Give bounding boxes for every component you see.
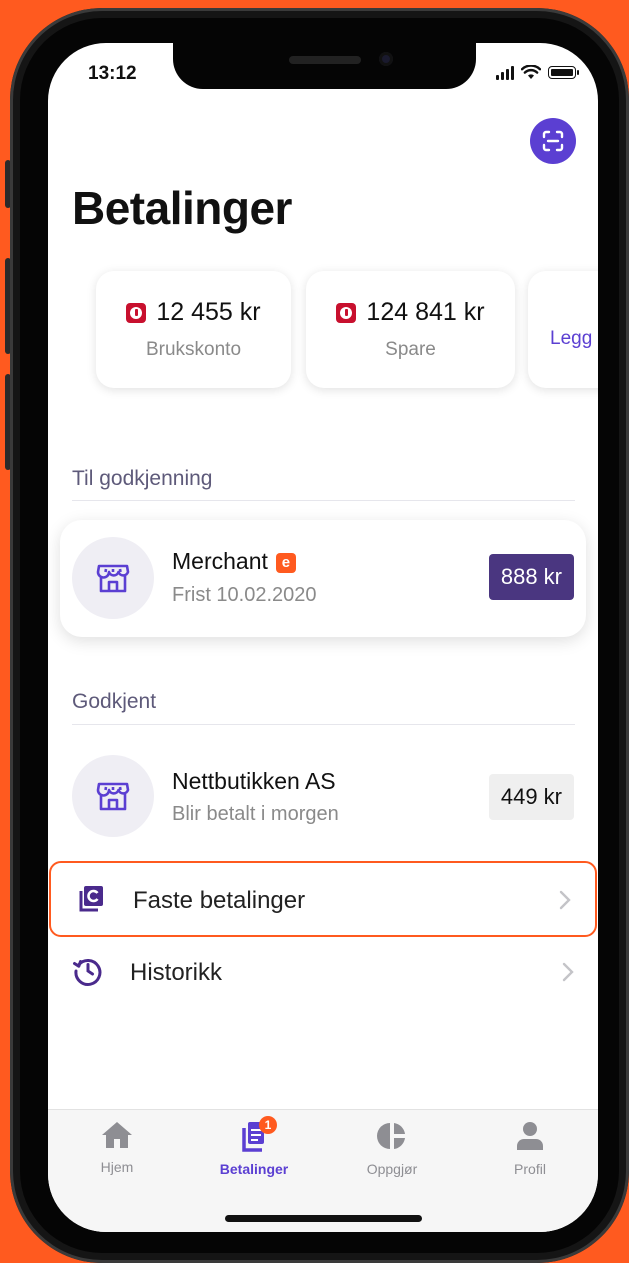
front-camera bbox=[379, 52, 393, 66]
store-icon bbox=[96, 564, 130, 593]
account-card-brukskonto[interactable]: 12 455 kr Brukskonto bbox=[96, 271, 291, 388]
pending-amount: 888 kr bbox=[488, 554, 574, 600]
chevron-right-icon bbox=[562, 962, 574, 982]
payment-status: Blir betalt i morgen bbox=[172, 803, 339, 825]
tab-label: Profil bbox=[514, 1161, 546, 1177]
home-indicator bbox=[225, 1215, 422, 1222]
pending-payment-card[interactable]: Merchant e Frist 10.02.2020 888 kr bbox=[60, 520, 586, 637]
bank-badge-icon bbox=[126, 302, 147, 323]
account-card-spare[interactable]: 124 841 kr Spare bbox=[306, 271, 515, 388]
section-label-pending: Til godkjenning bbox=[72, 467, 213, 490]
tab-label: Hjem bbox=[100, 1159, 134, 1175]
chevron-right-icon bbox=[559, 890, 571, 910]
battery-icon bbox=[548, 66, 579, 79]
wifi-icon bbox=[521, 65, 541, 79]
add-account-link[interactable]: Legg bbox=[550, 328, 592, 350]
tab-profile[interactable]: Profil bbox=[475, 1120, 585, 1177]
account-name: Brukskonto bbox=[145, 339, 242, 360]
recurring-payments-row[interactable]: Faste betalinger bbox=[49, 861, 597, 937]
page-title: Betalinger bbox=[72, 182, 292, 234]
tab-home[interactable]: Hjem bbox=[62, 1120, 172, 1175]
history-row[interactable]: Historikk bbox=[48, 935, 598, 1011]
e-invoice-badge: e bbox=[275, 553, 296, 573]
due-date: Frist 10.02.2020 bbox=[172, 584, 317, 606]
qr-scan-icon bbox=[542, 130, 564, 152]
tab-bar: Hjem 1 Betalinger Oppgjør Profil bbox=[48, 1109, 598, 1232]
home-icon bbox=[102, 1122, 132, 1148]
pie-chart-icon bbox=[377, 1123, 405, 1149]
bank-badge-icon bbox=[336, 302, 357, 323]
cellular-signal-icon bbox=[496, 65, 514, 80]
tab-notification-badge: 1 bbox=[259, 1116, 277, 1134]
approved-payment-row[interactable]: Nettbutikken AS Blir betalt i morgen 449… bbox=[48, 741, 598, 851]
app-screen: 13:12 Betalinger 12 455 kr Brukskonto 12… bbox=[48, 43, 598, 1232]
add-account-card[interactable]: Legg bbox=[528, 271, 598, 388]
merchant-name-text: Merchant bbox=[172, 548, 268, 574]
tab-payments[interactable]: 1 Betalinger bbox=[199, 1116, 309, 1177]
divider bbox=[72, 500, 575, 501]
recurring-payments-icon bbox=[79, 886, 103, 912]
account-balance: 124 841 kr bbox=[366, 298, 485, 326]
merchant-name: Nettbutikken AS bbox=[172, 768, 336, 794]
status-icons bbox=[496, 65, 579, 80]
notch bbox=[173, 43, 476, 89]
merchant-avatar bbox=[72, 755, 154, 837]
account-balance: 12 455 kr bbox=[156, 298, 261, 326]
history-icon bbox=[73, 958, 102, 986]
store-icon bbox=[96, 782, 130, 811]
tab-settlement[interactable]: Oppgjør bbox=[337, 1120, 447, 1177]
approved-amount: 449 kr bbox=[488, 774, 574, 820]
status-time: 13:12 bbox=[88, 63, 137, 84]
account-name: Spare bbox=[385, 339, 436, 360]
person-icon bbox=[517, 1122, 543, 1150]
menu-label: Faste betalinger bbox=[133, 887, 306, 914]
scan-button[interactable] bbox=[530, 118, 576, 164]
divider bbox=[72, 724, 575, 725]
speaker bbox=[289, 56, 361, 64]
tab-label: Betalinger bbox=[219, 1161, 289, 1177]
merchant-name: Merchant e bbox=[172, 548, 296, 575]
menu-label: Historikk bbox=[130, 959, 223, 986]
merchant-avatar bbox=[72, 537, 154, 619]
section-label-approved: Godkjent bbox=[72, 690, 157, 713]
tab-label: Oppgjør bbox=[366, 1161, 418, 1177]
